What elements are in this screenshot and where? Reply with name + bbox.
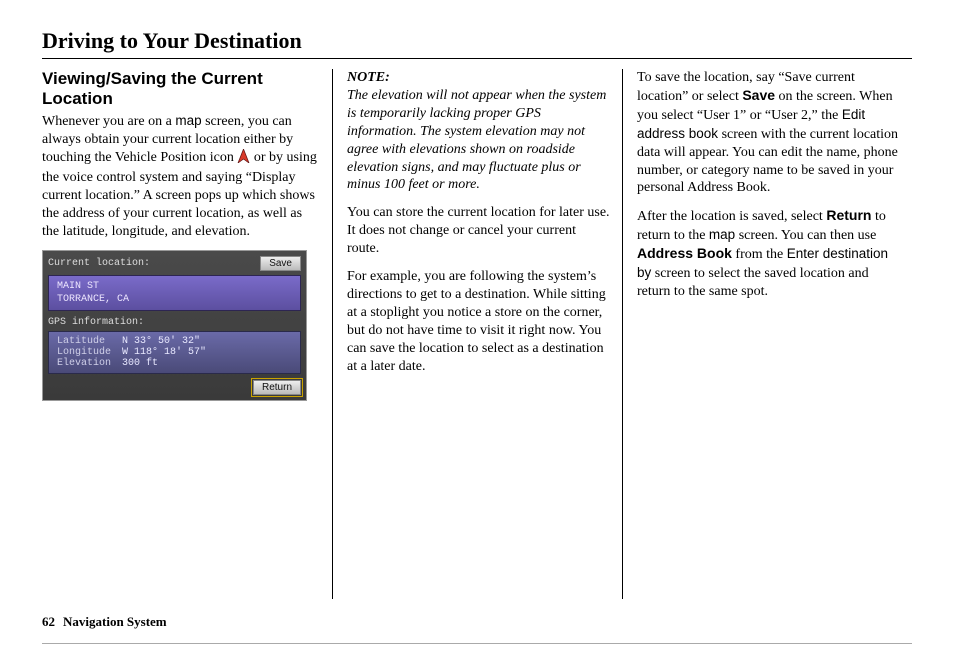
column-2: NOTE: The elevation will not appear when… — [332, 69, 622, 599]
col2-p3: For example, you are following the syste… — [347, 268, 610, 375]
gps-screenshot: Current location: Save MAIN ST TORRANCE,… — [42, 250, 307, 401]
map-word-2: map — [709, 227, 735, 242]
gps-lat-val: N 33° 50' 32" — [122, 336, 200, 347]
section-title: Viewing/Saving the Current Location — [42, 69, 320, 108]
col3-p2-e: screen to select the saved location and … — [637, 266, 869, 299]
column-3: To save the location, say “Save current … — [622, 69, 912, 599]
note-heading: NOTE: — [347, 70, 390, 85]
gps-info-label: GPS information: — [48, 317, 301, 328]
book-title: Navigation System — [63, 614, 167, 629]
col3-p2-d: from the — [732, 247, 787, 262]
page-number: 62 — [42, 614, 55, 629]
bottom-rule — [42, 643, 912, 644]
vehicle-position-icon — [237, 149, 250, 169]
chapter-title: Driving to Your Destination — [42, 28, 912, 58]
gps-lon-val: W 118° 18' 57" — [122, 347, 206, 358]
gps-address-line2: TORRANCE, CA — [57, 293, 292, 306]
gps-header-row: Current location: Save — [48, 256, 301, 271]
col3-p2-a: After the location is saved, select — [637, 209, 826, 224]
gps-lat-key: Latitude — [57, 336, 122, 347]
column-layout: Viewing/Saving the Current Location When… — [42, 69, 912, 599]
gps-elev-key: Elevation — [57, 358, 122, 369]
page-footer: 62 Navigation System — [42, 614, 167, 630]
gps-elev-row: Elevation 300 ft — [57, 358, 292, 369]
col2-p2: You can store the current location for l… — [347, 204, 610, 258]
note-body: The elevation will not appear when the s… — [347, 88, 606, 193]
gps-bottom-row: Return — [48, 380, 301, 395]
gps-elev-val: 300 ft — [122, 358, 158, 369]
gps-save-button: Save — [260, 256, 301, 271]
col1-body: Whenever you are on a map screen, you ca… — [42, 112, 320, 240]
col3-p2-c: screen. You can then use — [735, 228, 876, 243]
gps-address-box: MAIN ST TORRANCE, CA — [48, 275, 301, 311]
address-book-word: Address Book — [637, 245, 732, 261]
gps-info-box: Latitude N 33° 50' 32" Longitude W 118° … — [48, 331, 301, 374]
save-word: Save — [742, 87, 775, 103]
return-word: Return — [826, 207, 871, 223]
gps-lon-key: Longitude — [57, 347, 122, 358]
column-1: Viewing/Saving the Current Location When… — [42, 69, 332, 599]
gps-return-button: Return — [253, 380, 301, 395]
gps-lat-row: Latitude N 33° 50' 32" — [57, 336, 292, 347]
gps-address-line1: MAIN ST — [57, 280, 292, 293]
title-rule — [42, 58, 912, 59]
gps-header-label: Current location: — [48, 258, 150, 269]
map-word: map — [175, 113, 201, 128]
gps-lon-row: Longitude W 118° 18' 57" — [57, 347, 292, 358]
col1-p1-pre: Whenever you are on a — [42, 114, 175, 129]
